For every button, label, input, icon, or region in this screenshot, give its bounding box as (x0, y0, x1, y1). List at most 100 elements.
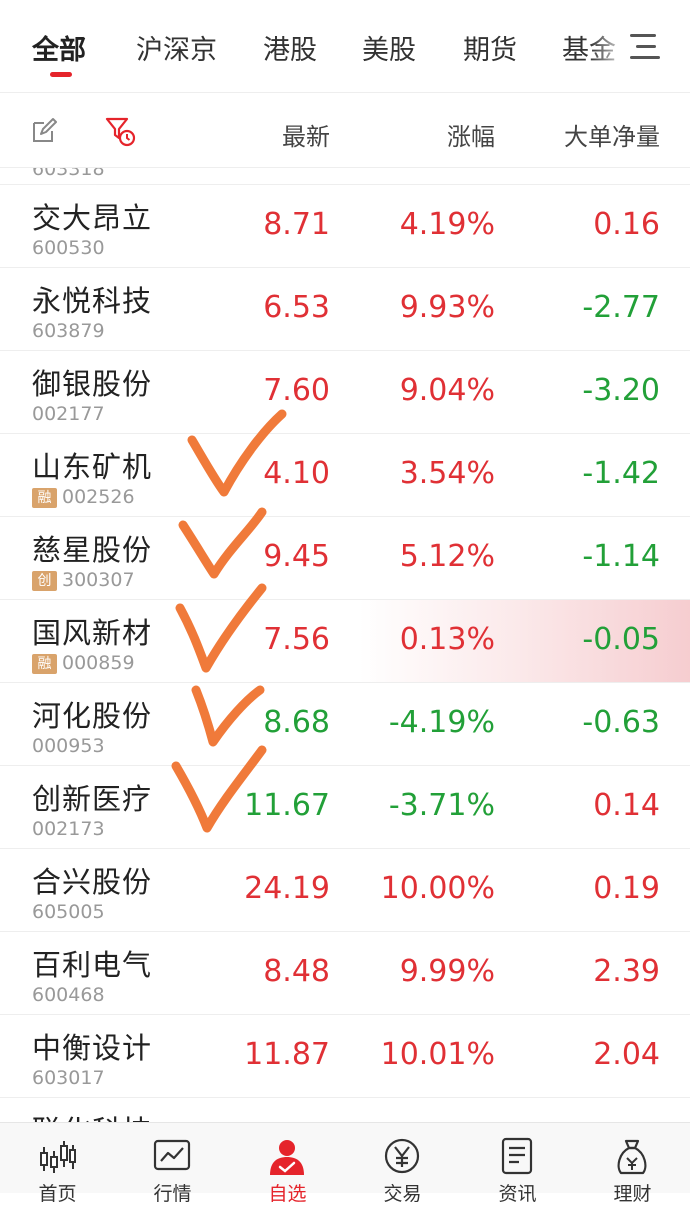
stock-name: 永悦科技 (32, 284, 153, 318)
list-item[interactable]: 603318 (0, 168, 690, 185)
stock-change: 3.54% (399, 456, 495, 491)
stock-change: 9.93% (399, 290, 495, 325)
stock-price: 9.45 (263, 539, 330, 574)
stock-change: 4.19% (399, 207, 495, 242)
stock-net-volume: 2.39 (593, 954, 660, 989)
stock-code: 创 300307 (32, 569, 135, 591)
stock-name: 国风新材 (32, 616, 153, 650)
stock-price: 4.10 (263, 456, 330, 491)
active-tab-indicator (50, 72, 72, 77)
list-item-highlighted[interactable]: 国风新材 融 000859 7.56 0.13% -0.05 (0, 600, 690, 683)
margin-badge: 融 (32, 654, 57, 674)
stock-net-volume: -1.14 (582, 539, 660, 574)
list-item[interactable]: 慈星股份 创 300307 9.45 5.12% -1.14 (0, 517, 690, 600)
column-header: 最新 涨幅 大单净量 (0, 93, 690, 168)
stock-net-volume: 0.14 (593, 788, 660, 823)
nav-watchlist[interactable]: 自选 (230, 1123, 345, 1205)
nav-home[interactable]: 首页 (0, 1123, 115, 1205)
stock-code: 融 002526 (32, 486, 135, 508)
stock-change: -3.71% (388, 788, 495, 823)
stock-price: 7.60 (263, 373, 330, 408)
stock-name: 合兴股份 (32, 865, 153, 899)
bottom-navigation: 首页 行情 自选 交易 资讯 理财 (0, 1122, 690, 1205)
column-net-volume[interactable]: 大单净量 (564, 117, 660, 152)
stock-name: 山东矿机 (32, 450, 153, 484)
nav-trade[interactable]: 交易 (345, 1123, 460, 1205)
nav-label: 自选 (268, 1183, 307, 1205)
nav-label: 交易 (383, 1183, 422, 1205)
menu-icon[interactable] (630, 34, 660, 60)
stock-price: 7.56 (263, 622, 330, 657)
stock-code: 600468 (32, 984, 105, 1006)
stock-price: 8.48 (263, 954, 330, 989)
tab-scroll-fade (590, 20, 630, 75)
stock-price: 8.68 (263, 705, 330, 740)
nav-label: 资讯 (498, 1183, 537, 1205)
nav-market[interactable]: 行情 (115, 1123, 230, 1205)
nav-wealth[interactable]: 理财 (575, 1123, 690, 1205)
stock-name: 河化股份 (32, 699, 153, 733)
column-change[interactable]: 涨幅 (447, 117, 495, 152)
stock-change: 9.99% (399, 954, 495, 989)
stock-code: 002177 (32, 403, 105, 425)
stock-change: -4.19% (388, 705, 495, 740)
chart-line-icon (153, 1139, 191, 1171)
stock-net-volume: -0.05 (582, 622, 660, 657)
stock-price: 6.53 (263, 290, 330, 325)
stock-code: 603017 (32, 1067, 105, 1089)
stock-code: 600530 (32, 237, 105, 259)
nav-label: 理财 (613, 1183, 652, 1205)
stock-name: 交大昂立 (32, 201, 153, 235)
tab-us-stocks[interactable]: 美股 (362, 28, 416, 67)
stock-price: 11.67 (244, 788, 330, 823)
nav-label: 行情 (153, 1183, 192, 1205)
stock-name: 创新医疗 (32, 782, 153, 816)
filter-icon[interactable] (104, 115, 136, 147)
stock-change: 5.12% (399, 539, 495, 574)
tab-hk-stocks[interactable]: 港股 (263, 28, 317, 67)
chinext-badge: 创 (32, 571, 57, 591)
stock-net-volume: 0.16 (593, 207, 660, 242)
stock-name: 御银股份 (32, 367, 153, 401)
stock-code: 603879 (32, 320, 105, 342)
stock-name: 联化科技 (32, 1108, 152, 1122)
stock-price: 8.71 (263, 207, 330, 242)
user-check-icon (270, 1140, 304, 1175)
list-item[interactable]: 合兴股份 605005 24.19 10.00% 0.19 (0, 849, 690, 932)
edit-icon[interactable] (30, 117, 58, 145)
stock-change: 10.01% (380, 1037, 495, 1072)
document-icon (501, 1137, 533, 1175)
stock-code: 002173 (32, 818, 105, 840)
nav-news[interactable]: 资讯 (460, 1123, 575, 1205)
stock-price: 11.87 (244, 1037, 330, 1072)
list-item[interactable]: 交大昂立 600530 8.71 4.19% 0.16 (0, 185, 690, 268)
stock-name: 百利电气 (32, 948, 153, 982)
stock-price: 24.19 (244, 871, 330, 906)
stock-change: 10.00% (380, 871, 495, 906)
watchlist: 603318 交大昂立 600530 8.71 4.19% 0.16 永悦科技 … (0, 168, 690, 1122)
money-bag-icon (617, 1139, 647, 1175)
stock-change: 9.04% (399, 373, 495, 408)
stock-net-volume: -2.77 (582, 290, 660, 325)
tab-shanghai-shenzhen-beijing[interactable]: 沪深京 (136, 28, 217, 67)
stock-net-volume: 0.19 (593, 871, 660, 906)
stock-change: 0.13% (399, 622, 495, 657)
list-item[interactable]: 山东矿机 融 002526 4.10 3.54% -1.42 (0, 434, 690, 517)
stock-net-volume: -3.20 (582, 373, 660, 408)
list-item[interactable]: 中衡设计 603017 11.87 10.01% 2.04 (0, 1015, 690, 1098)
tab-futures[interactable]: 期货 (463, 28, 517, 67)
list-item[interactable]: 御银股份 002177 7.60 9.04% -3.20 (0, 351, 690, 434)
list-item[interactable]: 创新医疗 002173 11.67 -3.71% 0.14 (0, 766, 690, 849)
stock-code: 603318 (32, 168, 105, 180)
tab-all[interactable]: 全部 (32, 28, 86, 67)
list-item[interactable]: 联化科技 (0, 1098, 690, 1122)
list-item[interactable]: 百利电气 600468 8.48 9.99% 2.39 (0, 932, 690, 1015)
list-item[interactable]: 河化股份 000953 8.68 -4.19% -0.63 (0, 683, 690, 766)
list-item[interactable]: 永悦科技 603879 6.53 9.93% -2.77 (0, 268, 690, 351)
stock-net-volume: 2.04 (593, 1037, 660, 1072)
column-price[interactable]: 最新 (282, 117, 330, 152)
margin-badge: 融 (32, 488, 57, 508)
stock-name: 慈星股份 (32, 533, 153, 567)
stock-name: 中衡设计 (32, 1031, 153, 1065)
stock-code: 000953 (32, 735, 105, 757)
